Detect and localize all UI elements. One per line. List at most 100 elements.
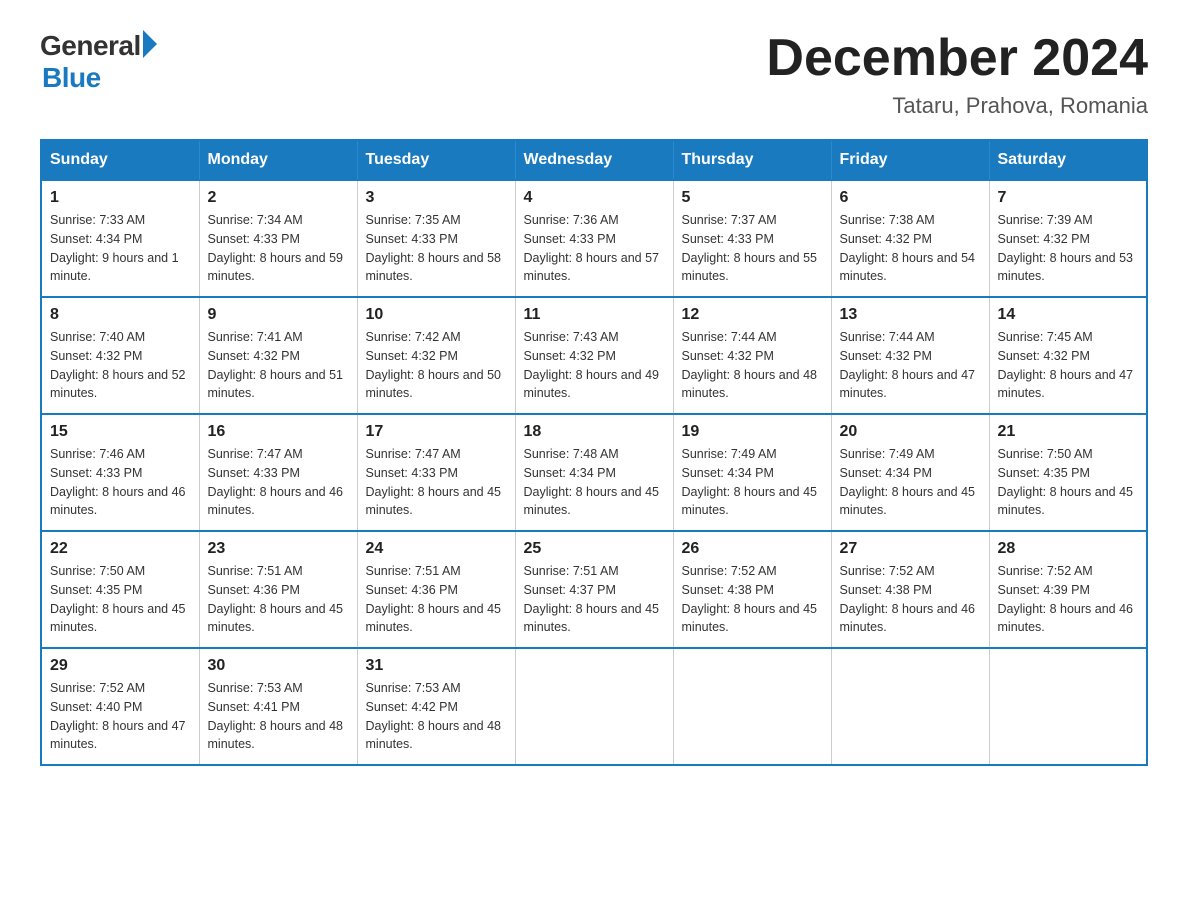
day-info: Sunrise: 7:43 AMSunset: 4:32 PMDaylight:…: [524, 330, 660, 400]
day-number: 27: [840, 540, 981, 558]
day-number: 21: [998, 423, 1139, 441]
calendar-cell: 15 Sunrise: 7:46 AMSunset: 4:33 PMDayligh…: [41, 414, 199, 531]
calendar-cell: 9 Sunrise: 7:41 AMSunset: 4:32 PMDaylight…: [199, 297, 357, 414]
week-row-5: 29 Sunrise: 7:52 AMSunset: 4:40 PMDayligh…: [41, 648, 1147, 765]
calendar-cell: 17Sunrise: 7:47 AMSunset: 4:33 PMDayligh…: [357, 414, 515, 531]
month-title: December 2024: [766, 30, 1148, 87]
day-number: 14: [998, 306, 1139, 324]
calendar-cell: 16Sunrise: 7:47 AMSunset: 4:33 PMDayligh…: [199, 414, 357, 531]
calendar-cell: [515, 648, 673, 765]
day-info: Sunrise: 7:48 AMSunset: 4:34 PMDaylight:…: [524, 447, 660, 517]
day-number: 8: [50, 306, 191, 324]
day-number: 13: [840, 306, 981, 324]
calendar-cell: 4 Sunrise: 7:36 AMSunset: 4:33 PMDaylight…: [515, 180, 673, 297]
day-number: 10: [366, 306, 507, 324]
header-sunday: Sunday: [41, 140, 199, 180]
day-info: Sunrise: 7:52 AMSunset: 4:40 PMDaylight:…: [50, 681, 186, 751]
day-info: Sunrise: 7:52 AMSunset: 4:38 PMDaylight:…: [840, 564, 976, 634]
calendar-cell: 26 Sunrise: 7:52 AMSunset: 4:38 PMDayligh…: [673, 531, 831, 648]
calendar-cell: [673, 648, 831, 765]
day-number: 23: [208, 540, 349, 558]
logo-blue-text: Blue: [42, 62, 101, 94]
calendar-cell: 25 Sunrise: 7:51 AMSunset: 4:37 PMDayligh…: [515, 531, 673, 648]
header-tuesday: Tuesday: [357, 140, 515, 180]
day-number: 6: [840, 189, 981, 207]
day-number: 9: [208, 306, 349, 324]
day-number: 15: [50, 423, 191, 441]
logo-general-text: General: [40, 30, 141, 62]
calendar-body: 1 Sunrise: 7:33 AMSunset: 4:34 PMDaylight…: [41, 180, 1147, 765]
day-number: 18: [524, 423, 665, 441]
day-info: Sunrise: 7:51 AMSunset: 4:36 PMDaylight:…: [366, 564, 502, 634]
calendar-cell: 3 Sunrise: 7:35 AMSunset: 4:33 PMDaylight…: [357, 180, 515, 297]
day-info: Sunrise: 7:37 AMSunset: 4:33 PMDaylight:…: [682, 213, 818, 283]
day-info: Sunrise: 7:33 AMSunset: 4:34 PMDaylight:…: [50, 213, 179, 283]
day-number: 1: [50, 189, 191, 207]
day-info: Sunrise: 7:42 AMSunset: 4:32 PMDaylight:…: [366, 330, 502, 400]
calendar-cell: 7Sunrise: 7:39 AMSunset: 4:32 PMDaylight…: [989, 180, 1147, 297]
calendar-cell: 27 Sunrise: 7:52 AMSunset: 4:38 PMDayligh…: [831, 531, 989, 648]
day-info: Sunrise: 7:50 AMSunset: 4:35 PMDaylight:…: [50, 564, 186, 634]
week-row-1: 1 Sunrise: 7:33 AMSunset: 4:34 PMDaylight…: [41, 180, 1147, 297]
day-info: Sunrise: 7:34 AMSunset: 4:33 PMDaylight:…: [208, 213, 344, 283]
day-info: Sunrise: 7:38 AMSunset: 4:32 PMDaylight:…: [840, 213, 976, 283]
day-info: Sunrise: 7:51 AMSunset: 4:36 PMDaylight:…: [208, 564, 344, 634]
calendar-cell: 23 Sunrise: 7:51 AMSunset: 4:36 PMDayligh…: [199, 531, 357, 648]
calendar-table: SundayMondayTuesdayWednesdayThursdayFrid…: [40, 139, 1148, 766]
day-info: Sunrise: 7:45 AMSunset: 4:32 PMDaylight:…: [998, 330, 1134, 400]
day-number: 12: [682, 306, 823, 324]
calendar-cell: 31Sunrise: 7:53 AMSunset: 4:42 PMDayligh…: [357, 648, 515, 765]
week-row-4: 22Sunrise: 7:50 AMSunset: 4:35 PMDayligh…: [41, 531, 1147, 648]
day-number: 24: [366, 540, 507, 558]
day-info: Sunrise: 7:49 AMSunset: 4:34 PMDaylight:…: [840, 447, 976, 517]
day-number: 26: [682, 540, 823, 558]
day-number: 19: [682, 423, 823, 441]
day-info: Sunrise: 7:51 AMSunset: 4:37 PMDaylight:…: [524, 564, 660, 634]
day-number: 29: [50, 657, 191, 675]
calendar-cell: [989, 648, 1147, 765]
day-info: Sunrise: 7:44 AMSunset: 4:32 PMDaylight:…: [682, 330, 818, 400]
day-number: 31: [366, 657, 507, 675]
calendar-cell: 10 Sunrise: 7:42 AMSunset: 4:32 PMDayligh…: [357, 297, 515, 414]
day-number: 3: [366, 189, 507, 207]
day-number: 25: [524, 540, 665, 558]
day-number: 2: [208, 189, 349, 207]
day-info: Sunrise: 7:35 AMSunset: 4:33 PMDaylight:…: [366, 213, 502, 283]
day-info: Sunrise: 7:44 AMSunset: 4:32 PMDaylight:…: [840, 330, 976, 400]
calendar-cell: 28Sunrise: 7:52 AMSunset: 4:39 PMDayligh…: [989, 531, 1147, 648]
day-number: 20: [840, 423, 981, 441]
calendar-cell: 12 Sunrise: 7:44 AMSunset: 4:32 PMDayligh…: [673, 297, 831, 414]
calendar-cell: [831, 648, 989, 765]
day-number: 11: [524, 306, 665, 324]
title-section: December 2024 Tataru, Prahova, Romania: [766, 30, 1148, 119]
day-info: Sunrise: 7:46 AMSunset: 4:33 PMDaylight:…: [50, 447, 186, 517]
header-saturday: Saturday: [989, 140, 1147, 180]
logo: General Blue: [40, 30, 157, 94]
day-info: Sunrise: 7:52 AMSunset: 4:39 PMDaylight:…: [998, 564, 1134, 634]
header-monday: Monday: [199, 140, 357, 180]
location: Tataru, Prahova, Romania: [766, 93, 1148, 119]
calendar-cell: 19 Sunrise: 7:49 AMSunset: 4:34 PMDayligh…: [673, 414, 831, 531]
day-number: 4: [524, 189, 665, 207]
calendar-cell: 20 Sunrise: 7:49 AMSunset: 4:34 PMDayligh…: [831, 414, 989, 531]
calendar-cell: 22Sunrise: 7:50 AMSunset: 4:35 PMDayligh…: [41, 531, 199, 648]
day-info: Sunrise: 7:53 AMSunset: 4:41 PMDaylight:…: [208, 681, 344, 751]
day-info: Sunrise: 7:52 AMSunset: 4:38 PMDaylight:…: [682, 564, 818, 634]
calendar-cell: 30Sunrise: 7:53 AMSunset: 4:41 PMDayligh…: [199, 648, 357, 765]
calendar-cell: 24 Sunrise: 7:51 AMSunset: 4:36 PMDayligh…: [357, 531, 515, 648]
calendar-cell: 21Sunrise: 7:50 AMSunset: 4:35 PMDayligh…: [989, 414, 1147, 531]
calendar-cell: 8Sunrise: 7:40 AMSunset: 4:32 PMDaylight…: [41, 297, 199, 414]
day-number: 5: [682, 189, 823, 207]
day-info: Sunrise: 7:47 AMSunset: 4:33 PMDaylight:…: [208, 447, 344, 517]
day-info: Sunrise: 7:41 AMSunset: 4:32 PMDaylight:…: [208, 330, 344, 400]
header-thursday: Thursday: [673, 140, 831, 180]
day-info: Sunrise: 7:36 AMSunset: 4:33 PMDaylight:…: [524, 213, 660, 283]
header-friday: Friday: [831, 140, 989, 180]
calendar-cell: 6 Sunrise: 7:38 AMSunset: 4:32 PMDaylight…: [831, 180, 989, 297]
calendar-cell: 13 Sunrise: 7:44 AMSunset: 4:32 PMDayligh…: [831, 297, 989, 414]
day-info: Sunrise: 7:49 AMSunset: 4:34 PMDaylight:…: [682, 447, 818, 517]
header-wednesday: Wednesday: [515, 140, 673, 180]
calendar-cell: 11 Sunrise: 7:43 AMSunset: 4:32 PMDayligh…: [515, 297, 673, 414]
page-header: General Blue December 2024 Tataru, Praho…: [40, 30, 1148, 119]
calendar-cell: 5 Sunrise: 7:37 AMSunset: 4:33 PMDaylight…: [673, 180, 831, 297]
